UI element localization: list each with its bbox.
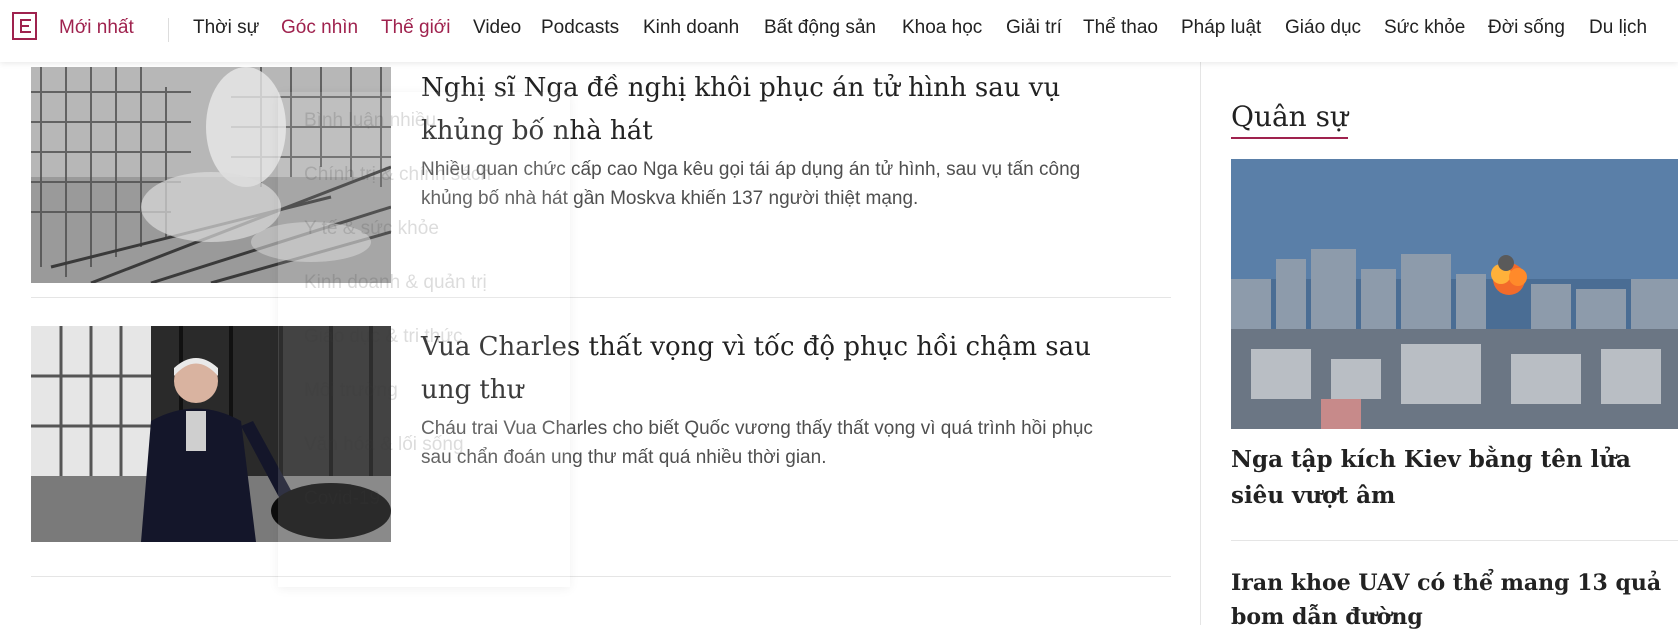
- article-divider: [31, 297, 1171, 298]
- nav-item[interactable]: Giải trí: [1006, 17, 1062, 39]
- dropdown-item[interactable]: Covid-19: [304, 488, 380, 510]
- article-divider: [31, 576, 1171, 577]
- sidebar-divider: [1200, 62, 1201, 625]
- nav-item[interactable]: Thế giới: [381, 17, 451, 39]
- dropdown-item[interactable]: Giáo dục & tri thức: [304, 326, 462, 348]
- nav-item[interactable]: Podcasts: [541, 17, 619, 39]
- dropdown-item[interactable]: Y tế & sức khỏe: [304, 218, 439, 240]
- site-logo[interactable]: [12, 12, 37, 40]
- sidebar-item-divider: [1231, 540, 1678, 541]
- sidebar-lead-headline[interactable]: Nga tập kích Kiev bằng tên lửa siêu vượt…: [1231, 442, 1678, 514]
- dropdown-item[interactable]: Kinh doanh & quản trị: [304, 272, 487, 294]
- top-navigation: Mới nhất Thời sự Góc nhìn Thế giới Video Pod…: [0, 0, 1678, 62]
- nav-item[interactable]: Góc nhìn: [281, 17, 358, 39]
- sidebar-second-headline[interactable]: Iran khoe UAV có thể mang 13 quả bom dẫn…: [1231, 566, 1678, 634]
- sidebar-section-title[interactable]: Quân sự: [1231, 100, 1349, 139]
- nav-item[interactable]: Sức khỏe: [1384, 17, 1465, 39]
- nav-separator: [168, 18, 169, 42]
- nav-item[interactable]: Thời sự: [193, 17, 259, 39]
- nav-item[interactable]: Khoa học: [902, 17, 982, 39]
- dropdown-item[interactable]: Bình luận nhiều: [304, 110, 436, 132]
- nav-item[interactable]: Kinh doanh: [643, 17, 739, 39]
- nav-item[interactable]: Thể thao: [1083, 17, 1158, 39]
- nav-item[interactable]: Du lịch: [1589, 17, 1647, 39]
- goc-nhin-dropdown-menu: Bình luận nhiều Chính trị & chính sách Y t…: [278, 92, 570, 587]
- nav-item[interactable]: Đời sống: [1488, 17, 1565, 39]
- nav-item[interactable]: Pháp luật: [1181, 17, 1261, 39]
- nav-item[interactable]: Giáo dục: [1285, 17, 1361, 39]
- article-list: Nghị sĩ Nga đề nghị khôi phục án tử hình…: [31, 62, 1171, 625]
- article-item[interactable]: Vua Charles thất vọng vì tốc độ phục hồi…: [31, 326, 1171, 571]
- dropdown-item[interactable]: Văn hóa & lối sống: [304, 434, 464, 456]
- article-item[interactable]: Nghị sĩ Nga đề nghị khôi phục án tử hình…: [31, 67, 1171, 312]
- nav-item[interactable]: Bất động sản: [764, 17, 876, 39]
- dropdown-item[interactable]: Chính trị & chính sách: [304, 164, 491, 186]
- nav-item[interactable]: Video: [473, 17, 521, 39]
- nav-latest-link[interactable]: Mới nhất: [59, 17, 134, 39]
- sidebar-lead-image[interactable]: [1231, 159, 1678, 429]
- dropdown-item[interactable]: Môi trường: [304, 380, 398, 402]
